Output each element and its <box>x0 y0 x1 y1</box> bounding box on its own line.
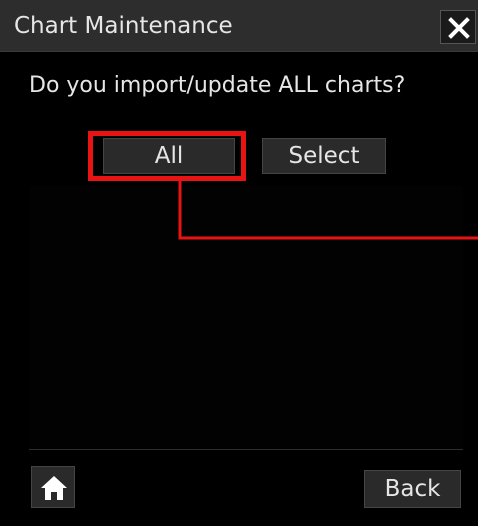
chart-list-area <box>29 186 463 450</box>
all-button[interactable]: All <box>103 138 235 174</box>
back-button[interactable]: Back <box>364 470 461 508</box>
title-bar: Chart Maintenance <box>0 0 478 52</box>
dialog-title: Chart Maintenance <box>14 13 233 39</box>
select-button[interactable]: Select <box>262 138 386 174</box>
close-x-icon <box>448 17 470 39</box>
home-button[interactable] <box>31 466 75 508</box>
question-text: Do you import/update ALL charts? <box>29 73 406 98</box>
chart-maintenance-dialog: Chart Maintenance Do you import/update A… <box>0 0 478 526</box>
close-button[interactable] <box>440 10 476 44</box>
home-icon <box>41 476 67 500</box>
